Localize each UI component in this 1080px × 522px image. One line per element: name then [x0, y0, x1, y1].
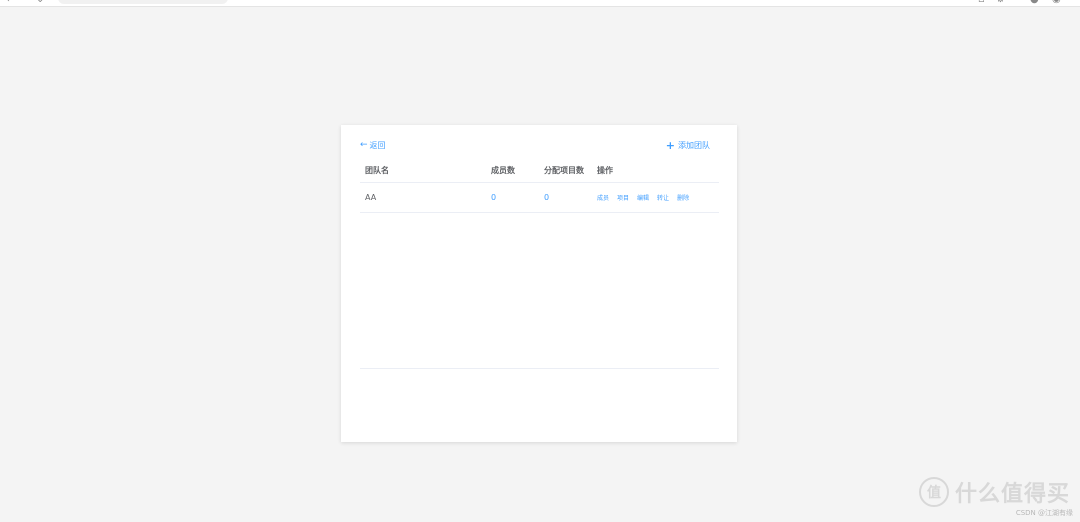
team-name-cell: AA	[365, 193, 377, 202]
header-team-name: 团队名	[365, 165, 389, 175]
header-actions: 操作	[597, 165, 613, 175]
projects-action-button[interactable]: 项目	[617, 193, 629, 202]
project-count-link[interactable]: 0	[544, 193, 549, 202]
watermark-text: 什么值得买	[954, 482, 1070, 507]
add-team-label: 添加团队	[678, 141, 710, 150]
table-bottom-divider	[360, 368, 719, 369]
back-button[interactable]: ← 返回	[360, 140, 386, 151]
plus-icon: +	[665, 139, 675, 152]
actions-cell: 成员 项目 编辑 转让 删除	[597, 183, 689, 212]
transfer-action-button[interactable]: 转让	[657, 193, 669, 202]
back-label: 返回	[369, 141, 386, 150]
member-count-link[interactable]: 0	[491, 193, 496, 202]
browser-account-icon[interactable]: ◉	[1052, 0, 1061, 5]
watermark-logo-icon: 值	[918, 477, 949, 507]
csdn-credit: CSDN @江湖有缘	[1015, 509, 1073, 517]
member-count-cell: 0	[491, 183, 496, 212]
team-table: 团队名 成员数 分配项目数 操作 AA 0 0 成员 项目 编辑 转让 删除	[360, 158, 719, 213]
table-header-row: 团队名 成员数 分配项目数 操作	[360, 158, 719, 183]
delete-action-button[interactable]: 删除	[677, 193, 689, 202]
header-project-count: 分配项目数	[544, 165, 584, 175]
arrow-left-icon: ←	[360, 140, 368, 150]
browser-profile-icon[interactable]: ●	[1030, 0, 1039, 5]
header-member-count: 成员数	[491, 165, 515, 175]
team-management-card: ← 返回 + 添加团队 团队名 成员数 分配项目数 操作 AA 0 0 成员 项…	[341, 125, 737, 442]
edit-action-button[interactable]: 编辑	[637, 193, 649, 202]
members-action-button[interactable]: 成员	[597, 193, 609, 202]
project-count-cell: 0	[544, 183, 549, 212]
browser-address-bar[interactable]	[58, 0, 228, 4]
browser-back-icon[interactable]: ‹	[6, 0, 10, 5]
browser-toolbar-strip: ‹ ⌄ ▫ ⚙ ● ◉	[0, 0, 1080, 7]
add-team-button[interactable]: + 添加团队	[666, 140, 710, 151]
browser-extension-icon[interactable]: ▫	[978, 0, 985, 5]
browser-settings-icon[interactable]: ⚙	[996, 0, 1005, 5]
browser-chevron-icon[interactable]: ⌄	[36, 0, 44, 5]
table-row: AA 0 0 成员 项目 编辑 转让 删除	[360, 183, 719, 213]
site-watermark: 值 什么值得买	[918, 476, 1070, 508]
